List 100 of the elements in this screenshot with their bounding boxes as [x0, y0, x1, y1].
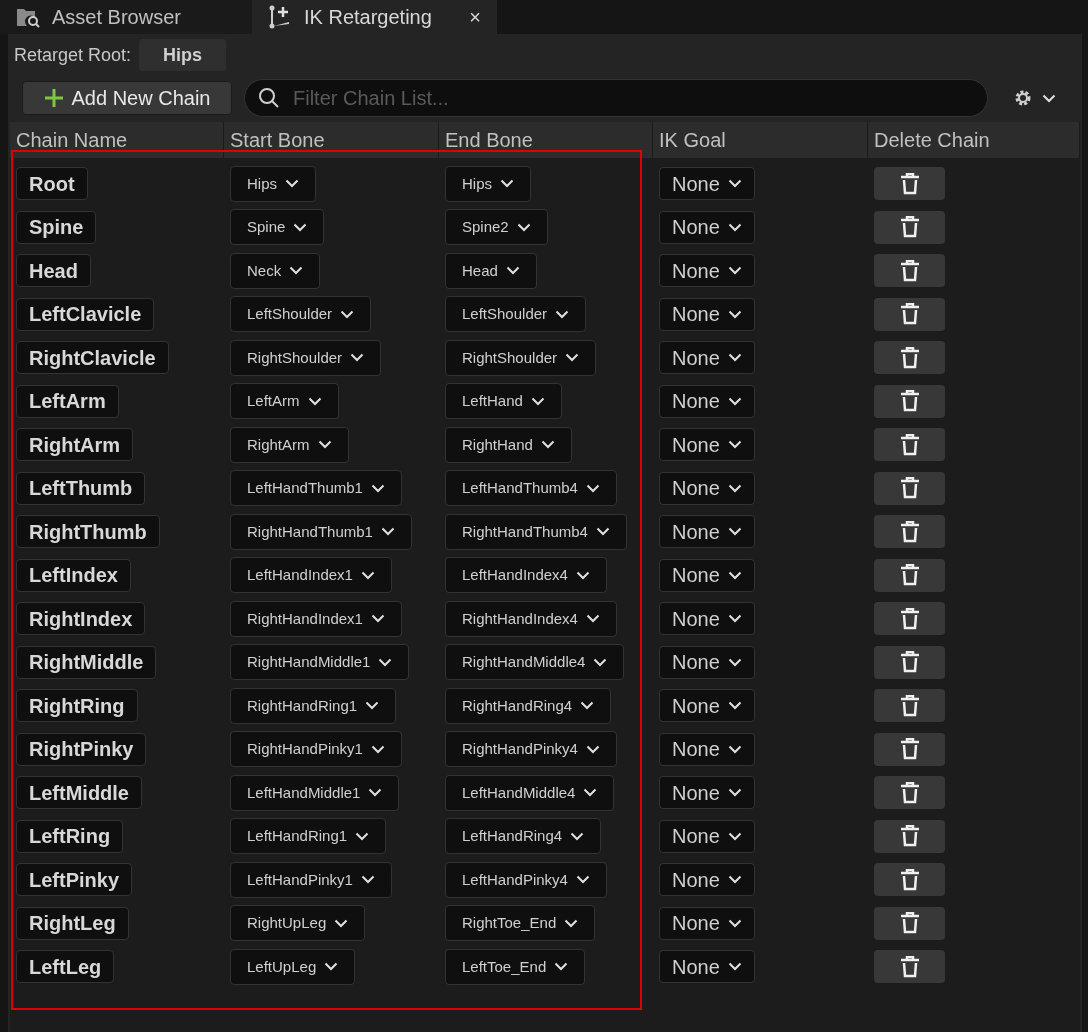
- bone-dropdown[interactable]: Hips: [230, 165, 316, 202]
- search-bar[interactable]: Filter Chain List...: [244, 79, 988, 117]
- bone-dropdown[interactable]: Hips: [445, 165, 531, 202]
- chain-name-field[interactable]: RightLeg: [16, 906, 129, 940]
- bone-dropdown[interactable]: RightHandPinky4: [445, 731, 617, 768]
- chain-name-field[interactable]: RightPinky: [16, 732, 147, 766]
- bone-dropdown[interactable]: RightHandPinky1: [230, 731, 402, 768]
- bone-dropdown[interactable]: RightShoulder: [445, 339, 597, 376]
- bone-dropdown[interactable]: LeftHandIndex4: [445, 557, 607, 594]
- delete-button[interactable]: [874, 950, 945, 984]
- delete-button[interactable]: [874, 863, 945, 897]
- bone-dropdown[interactable]: LeftUpLeg: [230, 948, 356, 985]
- editor-tab[interactable]: Asset Browser: [0, 0, 252, 34]
- delete-button[interactable]: [874, 254, 945, 288]
- chain-name-field[interactable]: Head: [16, 254, 91, 288]
- bone-dropdown[interactable]: LeftHandRing1: [230, 818, 387, 855]
- bone-dropdown[interactable]: LeftHandThumb1: [230, 470, 402, 507]
- delete-button[interactable]: [874, 732, 945, 766]
- ik-goal-dropdown[interactable]: None: [659, 776, 755, 810]
- bone-dropdown[interactable]: RightHandRing4: [445, 687, 612, 724]
- delete-button[interactable]: [874, 906, 945, 940]
- ik-goal-dropdown[interactable]: None: [659, 210, 755, 244]
- delete-button[interactable]: [874, 428, 945, 462]
- retarget-root-value[interactable]: Hips: [139, 39, 227, 71]
- ik-goal-dropdown[interactable]: None: [659, 950, 755, 984]
- ik-goal-dropdown[interactable]: None: [659, 906, 755, 940]
- ik-goal-dropdown[interactable]: None: [659, 384, 755, 418]
- chain-name-field[interactable]: LeftLeg: [16, 950, 115, 984]
- ik-goal-dropdown[interactable]: None: [659, 602, 755, 636]
- chain-name-field[interactable]: LeftRing: [16, 819, 124, 853]
- chain-name-field[interactable]: LeftArm: [16, 384, 119, 418]
- ik-goal-dropdown[interactable]: None: [659, 732, 755, 766]
- bone-dropdown[interactable]: LeftToe_End: [445, 948, 586, 985]
- chain-name-field[interactable]: RightRing: [16, 689, 138, 723]
- bone-dropdown[interactable]: LeftHandMiddle1: [230, 774, 400, 811]
- chain-name-field[interactable]: LeftMiddle: [16, 776, 142, 810]
- bone-dropdown[interactable]: RightHandRing1: [230, 687, 397, 724]
- bone-dropdown[interactable]: Spine: [230, 209, 325, 246]
- bone-dropdown[interactable]: RightHand: [445, 426, 572, 463]
- ik-goal-dropdown[interactable]: None: [659, 689, 755, 723]
- chain-name-field[interactable]: RightMiddle: [16, 645, 157, 679]
- ik-goal-dropdown[interactable]: None: [659, 254, 755, 288]
- add-chain-button[interactable]: Add New Chain: [22, 81, 232, 115]
- ik-goal-dropdown[interactable]: None: [659, 167, 755, 201]
- bone-dropdown[interactable]: LeftHandPinky4: [445, 861, 607, 898]
- ik-goal-dropdown[interactable]: None: [659, 558, 755, 592]
- bone-dropdown[interactable]: RightArm: [230, 426, 349, 463]
- delete-button[interactable]: [874, 384, 945, 418]
- bone-dropdown[interactable]: Head: [445, 252, 537, 289]
- chain-name-field[interactable]: RightClavicle: [16, 341, 169, 375]
- chain-name-field[interactable]: RightArm: [16, 428, 134, 462]
- bone-dropdown[interactable]: RightHandIndex1: [230, 600, 402, 637]
- delete-button[interactable]: [874, 297, 945, 331]
- delete-button[interactable]: [874, 341, 945, 375]
- ik-goal-dropdown[interactable]: None: [659, 645, 755, 679]
- bone-dropdown[interactable]: LeftHandThumb4: [445, 470, 617, 507]
- ik-goal-dropdown[interactable]: None: [659, 297, 755, 331]
- ik-goal-dropdown[interactable]: None: [659, 471, 755, 505]
- bone-dropdown[interactable]: Spine2: [445, 209, 548, 246]
- chain-name-field[interactable]: RightIndex: [16, 602, 146, 636]
- bone-dropdown[interactable]: RightShoulder: [230, 339, 382, 376]
- chain-name-field[interactable]: LeftPinky: [16, 863, 133, 897]
- ik-goal-dropdown[interactable]: None: [659, 819, 755, 853]
- delete-button[interactable]: [874, 776, 945, 810]
- bone-dropdown[interactable]: RightHandMiddle1: [230, 644, 410, 681]
- chain-name-field[interactable]: LeftClavicle: [16, 297, 155, 331]
- bone-dropdown[interactable]: LeftHandPinky1: [230, 861, 392, 898]
- bone-dropdown[interactable]: RightUpLeg: [230, 905, 366, 942]
- delete-button[interactable]: [874, 558, 945, 592]
- delete-button[interactable]: [874, 167, 945, 201]
- search-field[interactable]: Filter Chain List...: [293, 84, 975, 112]
- ik-goal-dropdown[interactable]: None: [659, 863, 755, 897]
- chain-name-field[interactable]: LeftThumb: [16, 471, 146, 505]
- editor-tab[interactable]: IK Retargeting ×: [252, 0, 497, 34]
- chain-name-field[interactable]: Spine: [16, 210, 97, 244]
- chain-name-field[interactable]: LeftIndex: [16, 558, 131, 592]
- chain-name-field[interactable]: RightThumb: [16, 515, 160, 549]
- bone-dropdown[interactable]: LeftArm: [230, 383, 339, 420]
- bone-dropdown[interactable]: LeftShoulder: [445, 296, 587, 333]
- ik-goal-dropdown[interactable]: None: [659, 515, 755, 549]
- close-button[interactable]: ×: [469, 3, 481, 31]
- ik-goal-dropdown[interactable]: None: [659, 341, 755, 375]
- bone-dropdown[interactable]: LeftHandMiddle4: [445, 774, 615, 811]
- bone-dropdown[interactable]: RightHandThumb4: [445, 513, 627, 550]
- chain-name-field[interactable]: Root: [16, 167, 88, 201]
- bone-dropdown[interactable]: RightHandMiddle4: [445, 644, 625, 681]
- bone-dropdown[interactable]: RightHandIndex4: [445, 600, 617, 637]
- bone-dropdown[interactable]: RightHandThumb1: [230, 513, 412, 550]
- delete-button[interactable]: [874, 819, 945, 853]
- delete-button[interactable]: [874, 471, 945, 505]
- delete-button[interactable]: [874, 645, 945, 679]
- bone-dropdown[interactable]: LeftHandIndex1: [230, 557, 392, 594]
- bone-dropdown[interactable]: RightToe_End: [445, 905, 596, 942]
- delete-button[interactable]: [874, 210, 945, 244]
- delete-button[interactable]: [874, 515, 945, 549]
- bone-dropdown[interactable]: LeftHand: [445, 383, 562, 420]
- bone-dropdown[interactable]: LeftShoulder: [230, 296, 372, 333]
- ik-goal-dropdown[interactable]: None: [659, 428, 755, 462]
- delete-button[interactable]: [874, 602, 945, 636]
- delete-button[interactable]: [874, 689, 945, 723]
